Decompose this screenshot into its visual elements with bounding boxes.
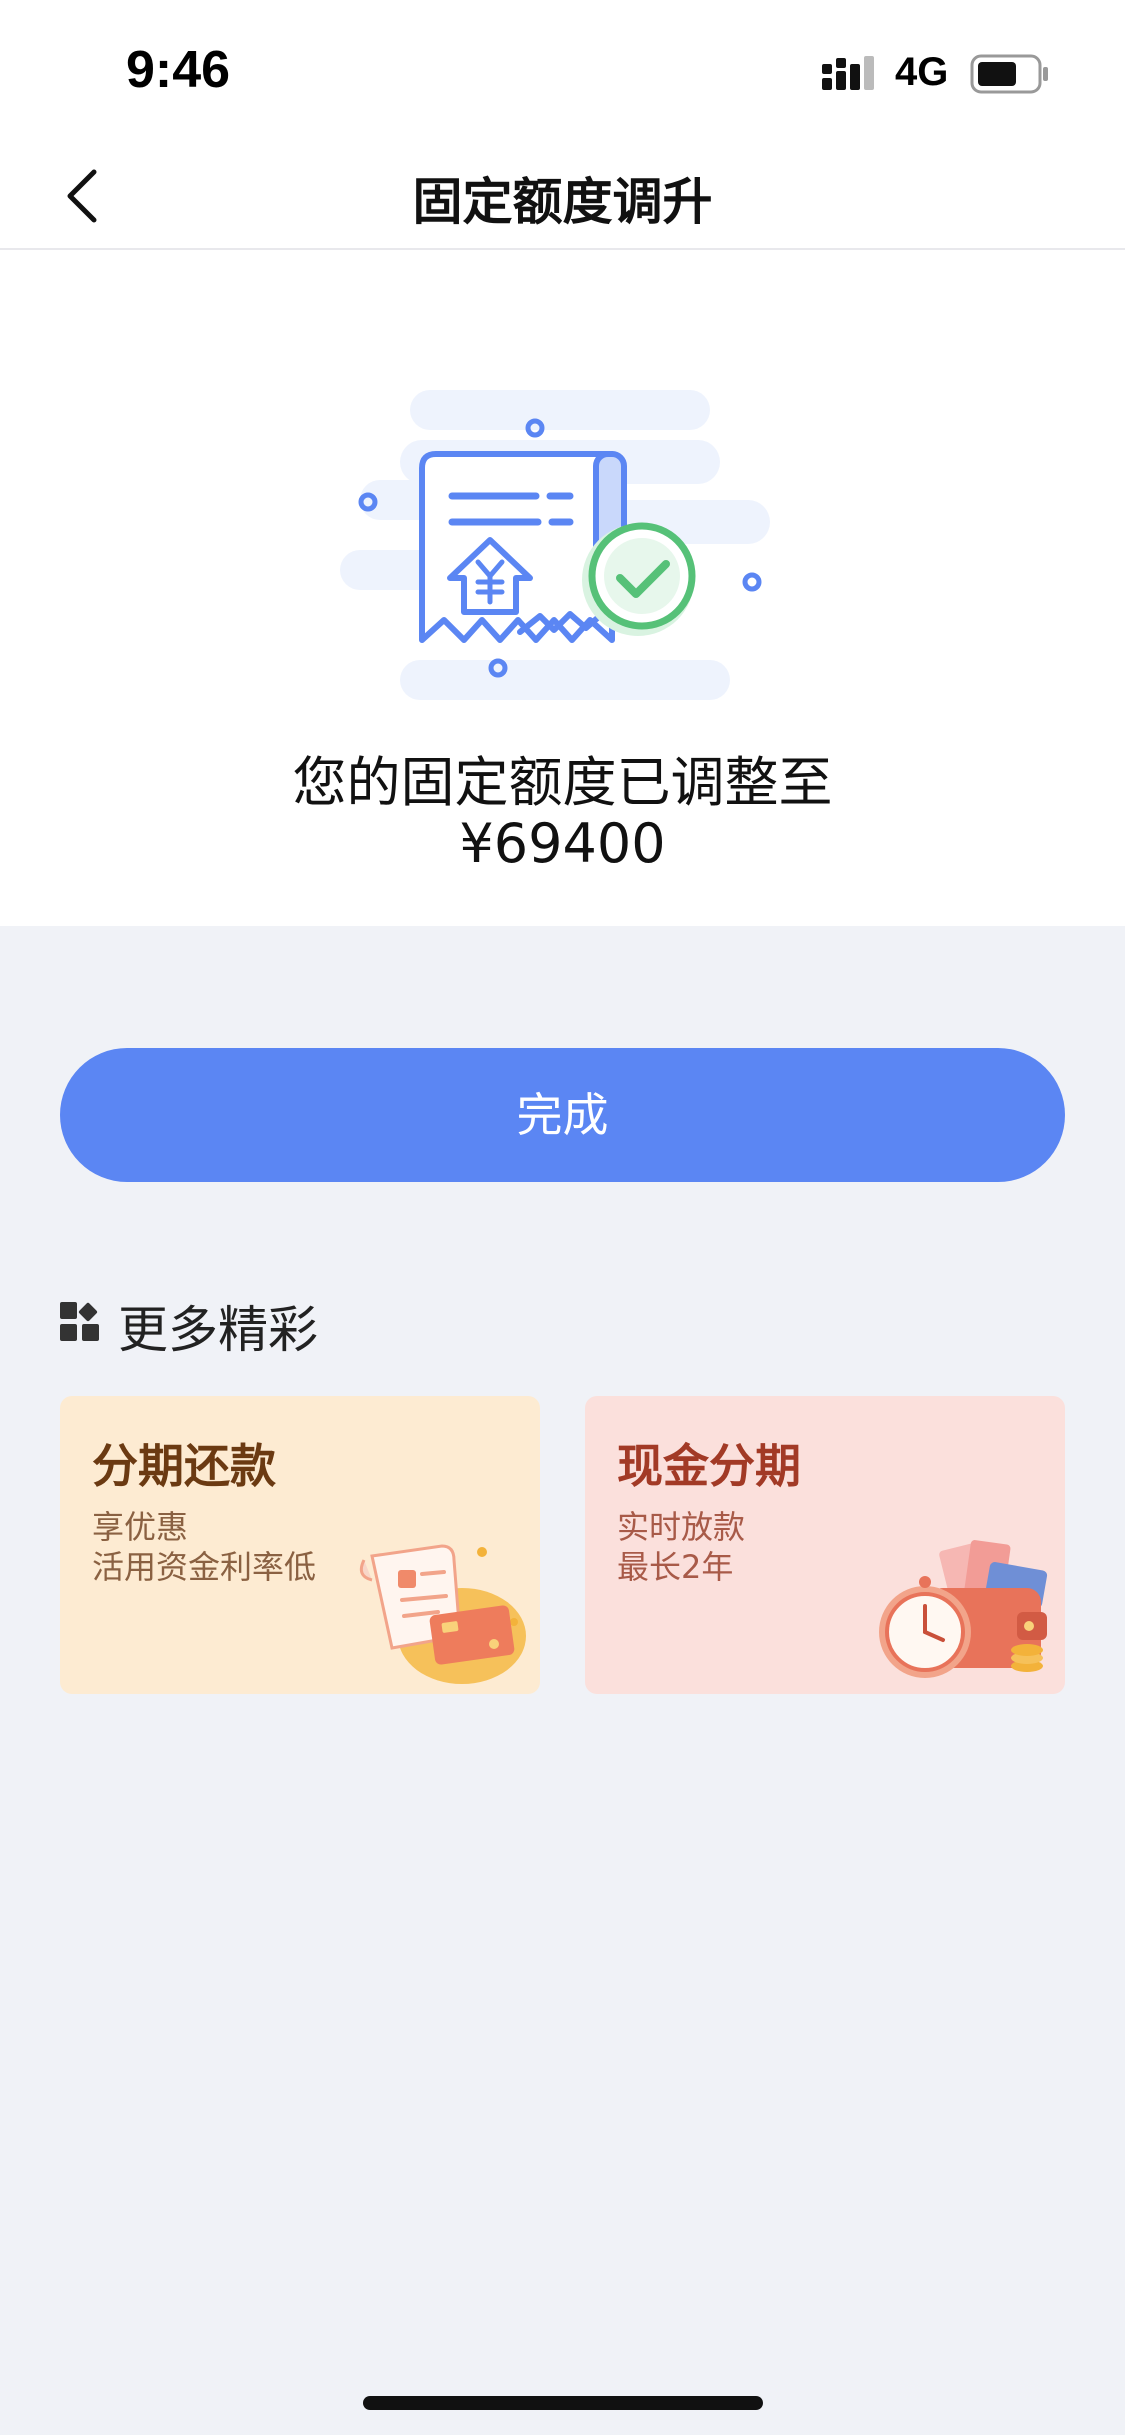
cash-installment-card[interactable]: 现金分期 实时放款 最长2年: [585, 1396, 1065, 1694]
result-section: 您的固定额度已调整至 ¥69400: [0, 250, 1125, 926]
bill-card-icon: [359, 1544, 526, 1684]
home-indicator[interactable]: [363, 2396, 763, 2410]
more-section-title: 更多精彩: [118, 1301, 318, 1359]
status-time: 9:46: [126, 41, 231, 99]
result-message: 您的固定额度已调整至: [292, 751, 833, 814]
battery-icon: [970, 54, 1048, 94]
wallet-clock-icon: [879, 1540, 1048, 1678]
done-button[interactable]: 完成: [60, 1048, 1065, 1182]
signal-icon: [822, 56, 874, 90]
status-bar: 9:46 4G: [0, 0, 1125, 140]
installment-repayment-card[interactable]: 分期还款 享优惠 活用资金利率低: [60, 1396, 540, 1694]
grid-icon: [60, 1302, 99, 1341]
card-subtitle: 最长2年: [617, 1548, 734, 1586]
result-amount: ¥69400: [459, 812, 666, 875]
network-type: 4G: [895, 50, 949, 94]
page: 9:46 4G 固定额度调升 您的固定额度已调整至 ¥69400 完成 更多精彩…: [0, 0, 1125, 2435]
card-subtitle: 活用资金利率低: [92, 1548, 317, 1586]
nav-bar: 固定额度调升: [0, 140, 1125, 250]
card-title: 现金分期: [617, 1439, 801, 1493]
page-title: 固定额度调升: [412, 173, 713, 231]
card-title: 分期还款: [92, 1439, 276, 1493]
receipt-yuan-check-icon: [340, 390, 770, 700]
